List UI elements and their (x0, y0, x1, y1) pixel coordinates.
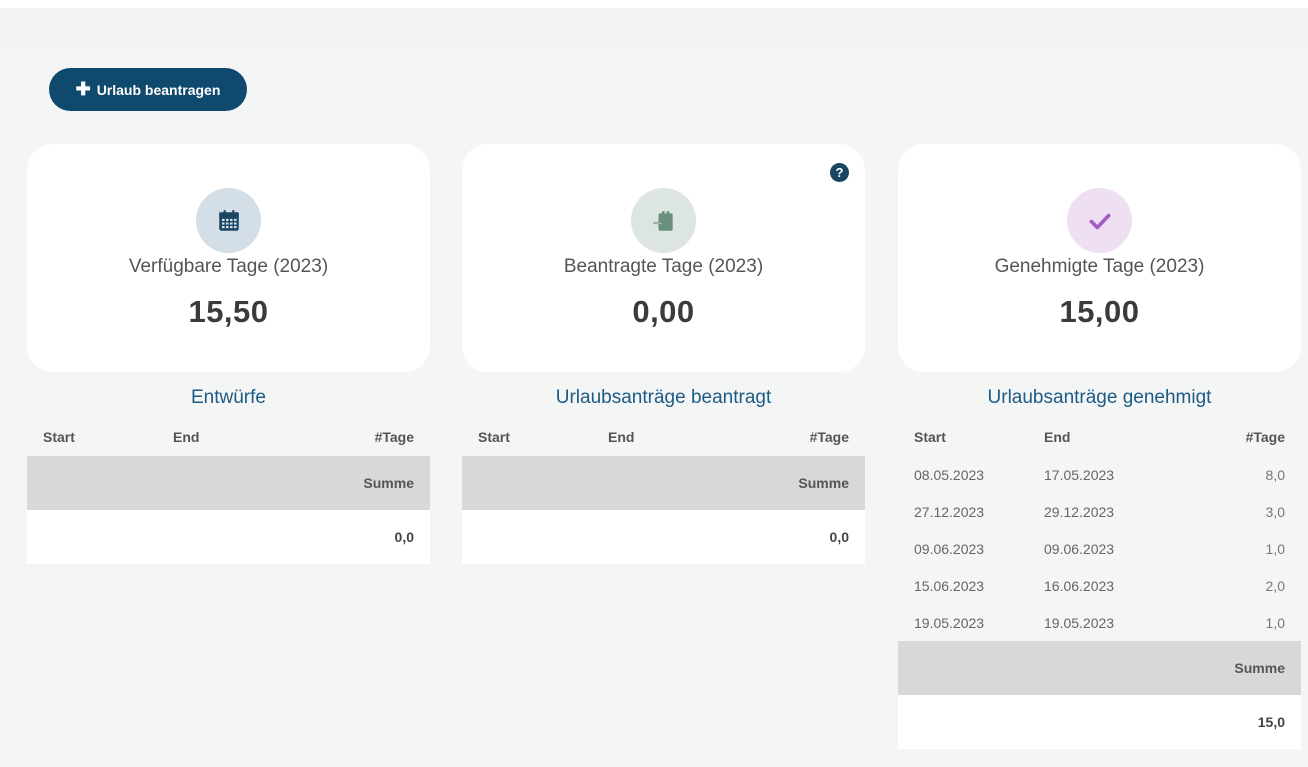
sum-value: 0,0 (829, 529, 849, 545)
header-end[interactable]: End (608, 429, 738, 445)
approved-days-value: 15,00 (1059, 294, 1140, 329)
row-end: 29.12.2023 (1044, 503, 1115, 520)
row-days: 2,0 (1265, 577, 1285, 594)
row-end: 17.05.2023 (1044, 466, 1115, 483)
plus-icon: ✚ (75, 78, 91, 99)
header-days[interactable]: #Tage (738, 429, 849, 445)
sum-value: 15,0 (1257, 714, 1285, 730)
approved-sum-row: 15,0 (898, 695, 1301, 749)
request-vacation-button[interactable]: ✚ Urlaub beantragen (49, 68, 247, 111)
column-requested: ? Beantragte Tage (2023) 0,00 Urlaubsant… (462, 144, 865, 564)
row-days: 3,0 (1265, 503, 1285, 520)
header-start[interactable]: Start (43, 429, 173, 445)
approved-days-label: Genehmigte Tage (2023) (994, 256, 1205, 277)
header-end[interactable]: End (1044, 429, 1174, 445)
approved-days-card: Genehmigte Tage (2023) 15,00 (898, 144, 1301, 372)
approved-table-header: Start End #Tage (898, 417, 1301, 456)
available-days-card: Verfügbare Tage (2023) 15,50 (27, 144, 430, 372)
row-start: 09.06.2023 (914, 540, 985, 557)
requested-sum-row: 0,0 (462, 510, 865, 564)
approved-rows: 08.05.2023 17.05.2023 8,0 27.12.2023 29.… (898, 456, 1301, 641)
help-icon[interactable]: ? (830, 163, 849, 182)
drafts-title: Entwürfe (191, 387, 266, 408)
calendar-icon (196, 188, 261, 253)
sum-label: Summe (798, 475, 849, 491)
row-end: 09.06.2023 (1044, 540, 1115, 557)
request-vacation-label: Urlaub beantragen (96, 81, 221, 98)
table-row[interactable]: 09.06.2023 09.06.2023 1,0 (898, 530, 1301, 567)
sum-label: Summe (363, 475, 414, 491)
row-end: 19.05.2023 (1044, 614, 1115, 631)
column-drafts: Verfügbare Tage (2023) 15,50 Entwürfe St… (27, 144, 430, 564)
vacation-overview-page: ✚ Urlaub beantragen Verfügbare Tage (202… (0, 8, 1308, 767)
drafts-sum-header: Summe (27, 456, 430, 510)
requested-days-card: ? Beantragte Tage (2023) 0,00 (462, 144, 865, 372)
header-start[interactable]: Start (914, 429, 1044, 445)
header-days[interactable]: #Tage (1174, 429, 1285, 445)
requested-days-value: 0,00 (632, 294, 695, 329)
row-end: 16.06.2023 (1044, 577, 1115, 594)
available-days-value: 15,50 (188, 294, 269, 329)
approved-title: Urlaubsanträge genehmigt (987, 387, 1212, 408)
sum-value: 0,0 (394, 529, 414, 545)
top-strip (0, 8, 1308, 48)
requested-days-label: Beantragte Tage (2023) (563, 256, 764, 277)
drafts-table-header: Start End #Tage (27, 417, 430, 456)
sum-label: Summe (1234, 660, 1285, 676)
row-days: 1,0 (1265, 614, 1285, 631)
check-icon (1067, 188, 1132, 253)
table-row[interactable]: 08.05.2023 17.05.2023 8,0 (898, 456, 1301, 493)
requested-table-header: Start End #Tage (462, 417, 865, 456)
clipboard-arrow-icon (631, 188, 696, 253)
table-row[interactable]: 19.05.2023 19.05.2023 1,0 (898, 604, 1301, 641)
row-days: 1,0 (1265, 540, 1285, 557)
requested-sum-header: Summe (462, 456, 865, 510)
header-end[interactable]: End (173, 429, 303, 445)
drafts-sum-row: 0,0 (27, 510, 430, 564)
requested-title: Urlaubsanträge beantragt (555, 387, 772, 408)
header-days[interactable]: #Tage (303, 429, 414, 445)
column-approved: Genehmigte Tage (2023) 15,00 Urlaubsantr… (898, 144, 1301, 749)
table-row[interactable]: 15.06.2023 16.06.2023 2,0 (898, 567, 1301, 604)
row-start: 15.06.2023 (914, 577, 985, 594)
row-start: 19.05.2023 (914, 614, 985, 631)
row-start: 27.12.2023 (914, 503, 985, 520)
table-row[interactable]: 27.12.2023 29.12.2023 3,0 (898, 493, 1301, 530)
row-days: 8,0 (1265, 466, 1285, 483)
approved-sum-header: Summe (898, 641, 1301, 695)
header-start[interactable]: Start (478, 429, 608, 445)
row-start: 08.05.2023 (914, 466, 985, 483)
available-days-label: Verfügbare Tage (2023) (128, 256, 329, 277)
